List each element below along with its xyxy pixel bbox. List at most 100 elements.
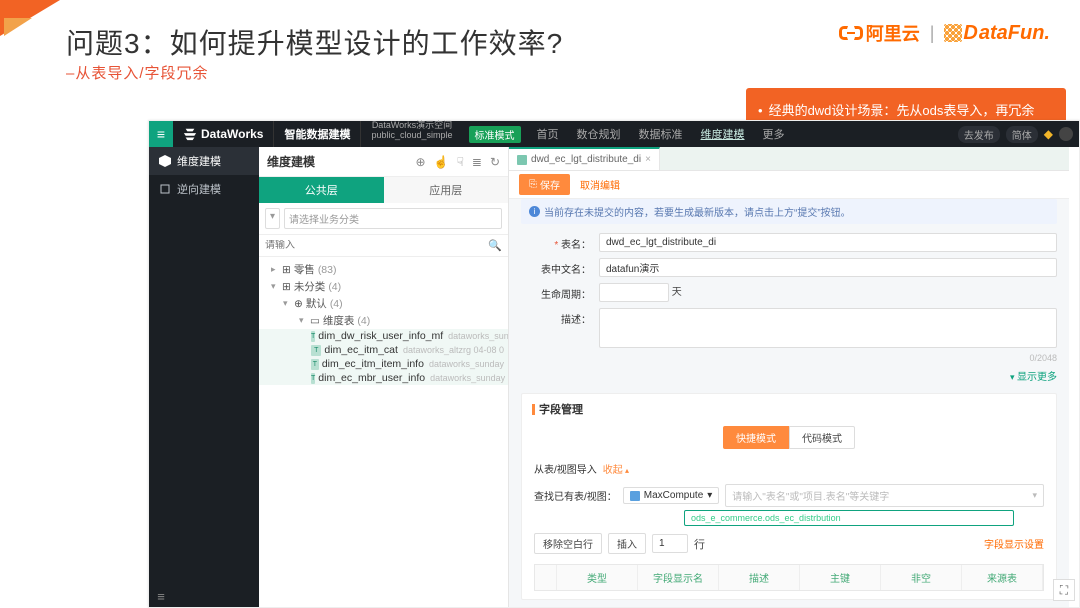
filter-biz-category[interactable]: 请选择业务分类 [284,208,502,229]
insert-rows-button[interactable]: 插入 [608,533,646,554]
autocomplete-option[interactable]: ods_e_commerce.ods_ec_distrbution [684,510,1014,526]
menu-standard[interactable]: 数据标准 [633,126,689,142]
left-rail: 维度建模 逆向建模 [149,147,259,607]
input-lifecycle[interactable] [599,283,669,302]
tree-search-input[interactable] [265,240,488,251]
char-counter: 0/2048 [599,353,1057,363]
maxcompute-icon [630,491,640,501]
tab-app-layer[interactable]: 应用层 [384,177,509,203]
collapse-sidebar-button[interactable]: ≡ [149,585,173,607]
col-desc[interactable]: 描述 [719,565,800,590]
product-logo[interactable]: DataWorks [173,127,273,141]
fullscreen-button[interactable]: ⛶ [1053,579,1075,601]
app-topbar: ≡ DataWorks 智能数据建模 DataWorks演示空间 public_… [149,121,1079,147]
list-icon[interactable]: ≣ [472,155,482,169]
collapse-link[interactable]: 收起 [603,461,629,476]
alibaba-cloud-icon [839,23,863,43]
new-icon[interactable]: ⊕ [416,155,426,169]
mode-badge: 标准模式 [469,126,521,143]
datafun-dots-icon [944,24,962,42]
dataworks-icon [183,127,197,141]
nav-smart-modeling[interactable]: 智能数据建模 [273,121,360,147]
tree-leaf[interactable]: Tdim_ec_mbr_user_infodataworks_sunday [259,371,508,385]
col-display[interactable]: 字段显示名 [638,565,719,590]
tab-public-layer[interactable]: 公共层 [259,177,384,203]
deploy-link[interactable]: 去发布 [958,126,1000,143]
tree-leaf[interactable]: Tdim_ec_itm_catdataworks_altzrg 04-08 0 [259,343,508,357]
unit-day: 天 [672,287,682,298]
menu-plan[interactable]: 数仓规划 [571,126,627,142]
slide-corner-decoration [0,0,60,36]
save-button[interactable]: ⎘保存 [519,174,570,195]
col-pk[interactable]: 主键 [800,565,881,590]
tree-node-dimtable[interactable]: ▾▭ 维度表 (4) [259,312,508,329]
engine-select[interactable]: MaxCompute ▾ [623,487,720,504]
workspace-selector[interactable]: DataWorks演示空间 public_cloud_simple [360,121,462,147]
top-menu: 首页 数仓规划 数据标准 维度建模 更多 [531,126,791,142]
tree-node-retail[interactable]: ▸⊞ 零售 (83) [259,261,508,278]
remove-blank-rows-button[interactable]: 移除空白行 [534,533,602,554]
main-area: dwd_ec_lgt_distribute_di × ⎘保存 取消编辑 i 当前… [509,147,1069,607]
filter-dropdown-small[interactable]: ▾ [265,208,280,229]
menu-dim-model[interactable]: 维度建模 [695,126,751,142]
mode-quick[interactable]: 快捷模式 [723,426,789,449]
model-tree: ▸⊞ 零售 (83) ▾⊞ 未分类 (4) ▾⊕ 默认 (4) ▾▭ 维度表 (… [259,257,508,389]
menu-more[interactable]: 更多 [757,126,791,142]
tab-table-icon [517,155,527,165]
slide-title: 问题3：如何提升模型设计的工作效率? [66,22,563,62]
lang-switch[interactable]: 简体 [1006,126,1038,143]
label-desc: 描述： [521,308,599,326]
dataworks-app: ≡ DataWorks 智能数据建模 DataWorks演示空间 public_… [148,120,1080,608]
help-icon[interactable] [1059,127,1073,141]
mode-code[interactable]: 代码模式 [789,426,855,449]
label-lifecycle: 生命周期： [521,283,599,301]
close-tab-icon[interactable]: × [645,154,651,165]
input-cn-name[interactable] [599,258,1057,277]
input-desc[interactable] [599,308,1057,348]
tree-leaf[interactable]: Tdim_ec_itm_item_infodataworks_sunday [259,357,508,371]
tree-title: 维度建模 [267,153,315,170]
tree-node-default[interactable]: ▾⊕ 默认 (4) [259,295,508,312]
menu-toggle-button[interactable]: ≡ [149,121,173,147]
col-check[interactable] [535,565,557,590]
cube-icon [159,155,171,167]
cancel-edit-link[interactable]: 取消编辑 [580,177,620,192]
unsaved-notice: i 当前存在未提交的内容，若要生成最新版本，请点击上方“提交”按钮。 [521,199,1057,224]
export-icon[interactable]: ☟ [457,155,464,169]
search-icon[interactable]: 🔍 [488,239,502,252]
table-icon: T [311,373,315,384]
rail-reverse-modeling[interactable]: 逆向建模 [149,175,259,203]
tree-pane: 维度建模 ⊕ ☝ ☟ ≣ ↻ 公共层 应用层 ▾ 请选择业务分类 🔍 [259,147,509,607]
refresh-icon[interactable]: ↻ [490,155,500,169]
label-cn-name: 表中文名： [521,258,599,276]
table-icon: T [311,345,321,356]
tree-node-uncat[interactable]: ▾⊞ 未分类 (4) [259,278,508,295]
import-from-label: 从表/视图导入 [534,461,597,476]
info-icon: i [529,206,540,217]
action-bar: ⎘保存 取消编辑 [509,171,1069,199]
import-icon[interactable]: ☝ [434,155,449,169]
label-table-name: 表名： [521,233,599,251]
col-type[interactable]: 类型 [557,565,638,590]
row-label: 行 [694,536,705,552]
tree-leaf[interactable]: Tdim_dw_risk_user_info_mfdataworks_sund [259,329,508,343]
input-table-name[interactable] [599,233,1057,252]
rail-dim-modeling[interactable]: 维度建模 [149,147,259,175]
show-more-link[interactable]: 显示更多 [521,368,1057,383]
logo-row: 阿里云 | DataFun. [839,20,1050,46]
slide-subtitle: –从表导入/字段冗余 [66,62,209,83]
editor-tab[interactable]: dwd_ec_lgt_distribute_di × [509,147,660,170]
field-manager-panel: 字段管理 快捷模式 代码模式 从表/视图导入 收起 查找已有表/视图： MaxC… [521,393,1057,600]
menu-home[interactable]: 首页 [531,126,565,142]
table-search-combo[interactable]: 请输入"表名"或"项目.表名"等关键字▾ [725,484,1044,507]
alibaba-cloud-logo: 阿里云 [839,20,920,46]
editor-tabs: dwd_ec_lgt_distribute_di × [509,147,1069,171]
col-notnull[interactable]: 非空 [881,565,962,590]
logo-separator: | [930,23,935,44]
field-table: 类型 字段显示名 描述 主键 非空 来源表 [534,564,1044,591]
col-source[interactable]: 来源表 [962,565,1043,590]
column-settings-link[interactable]: 字段显示设置 [984,536,1044,551]
insert-count-input[interactable] [652,534,688,553]
premium-icon[interactable]: ◆ [1044,127,1053,141]
find-table-label: 查找已有表/视图： [534,488,617,503]
